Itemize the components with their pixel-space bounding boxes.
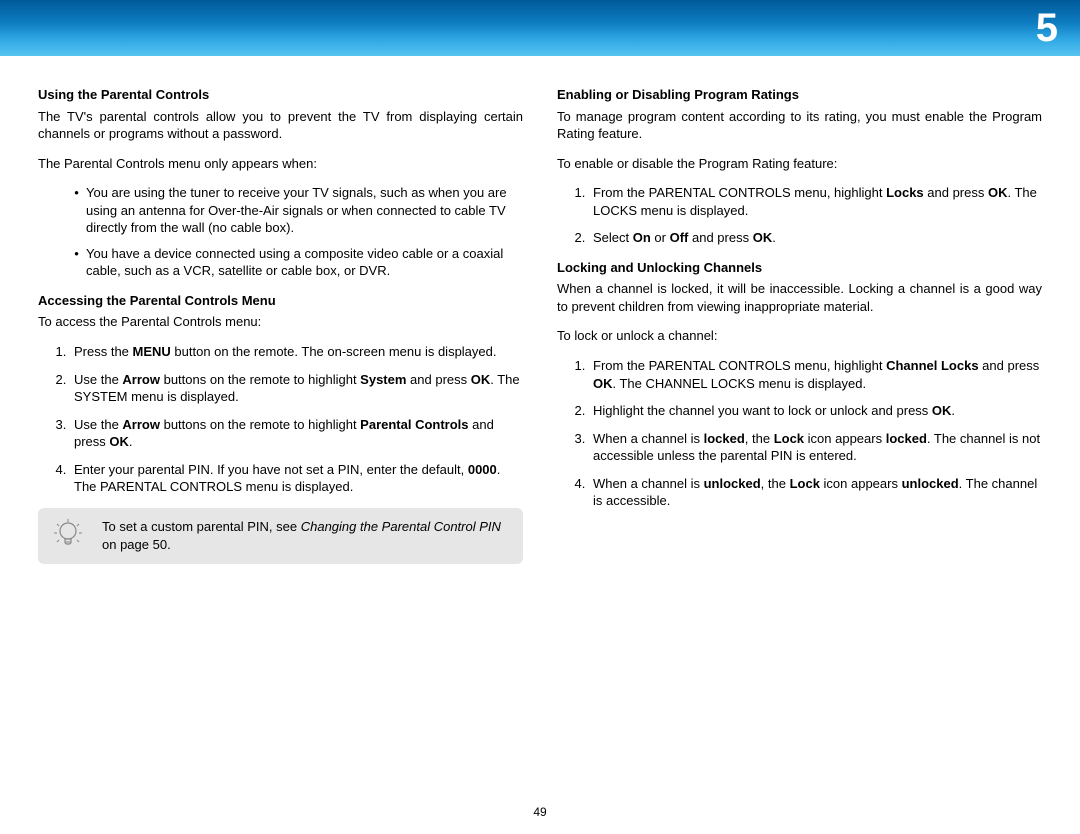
numbered-list: From the PARENTAL CONTROLS menu, highlig… xyxy=(557,357,1042,510)
right-column: Enabling or Disabling Program Ratings To… xyxy=(557,86,1042,564)
heading-enabling-ratings: Enabling or Disabling Program Ratings xyxy=(557,86,1042,104)
tip-callout: To set a custom parental PIN, see Changi… xyxy=(38,508,523,564)
step-item: Use the Arrow buttons on the remote to h… xyxy=(70,371,523,406)
page-body: Using the Parental Controls The TV's par… xyxy=(0,56,1080,564)
bullet-item: You are using the tuner to receive your … xyxy=(86,184,523,237)
bullet-list: You are using the tuner to receive your … xyxy=(38,184,523,280)
numbered-list: From the PARENTAL CONTROLS menu, highlig… xyxy=(557,184,1042,247)
paragraph: When a channel is locked, it will be ina… xyxy=(557,280,1042,315)
chapter-header: 5 xyxy=(0,0,1080,56)
numbered-list: Press the MENU button on the remote. The… xyxy=(38,343,523,496)
bullet-item: You have a device connected using a comp… xyxy=(86,245,523,280)
paragraph: To access the Parental Controls menu: xyxy=(38,313,523,331)
left-column: Using the Parental Controls The TV's par… xyxy=(38,86,523,564)
step-item: From the PARENTAL CONTROLS menu, highlig… xyxy=(589,357,1042,392)
step-item: Use the Arrow buttons on the remote to h… xyxy=(70,416,523,451)
paragraph: The TV's parental controls allow you to … xyxy=(38,108,523,143)
heading-locking-channels: Locking and Unlocking Channels xyxy=(557,259,1042,277)
heading-using-parental-controls: Using the Parental Controls xyxy=(38,86,523,104)
step-item: Select On or Off and press OK. xyxy=(589,229,1042,247)
step-item: Enter your parental PIN. If you have not… xyxy=(70,461,523,496)
paragraph: To lock or unlock a channel: xyxy=(557,327,1042,345)
page-number: 49 xyxy=(533,804,546,820)
heading-accessing-menu: Accessing the Parental Controls Menu xyxy=(38,292,523,310)
paragraph: The Parental Controls menu only appears … xyxy=(38,155,523,173)
step-item: Highlight the channel you want to lock o… xyxy=(589,402,1042,420)
step-item: When a channel is unlocked, the Lock ico… xyxy=(589,475,1042,510)
step-item: Press the MENU button on the remote. The… xyxy=(70,343,523,361)
tip-text: To set a custom parental PIN, see Changi… xyxy=(102,518,509,553)
paragraph: To enable or disable the Program Rating … xyxy=(557,155,1042,173)
paragraph: To manage program content according to i… xyxy=(557,108,1042,143)
step-item: From the PARENTAL CONTROLS menu, highlig… xyxy=(589,184,1042,219)
step-item: When a channel is locked, the Lock icon … xyxy=(589,430,1042,465)
chapter-number: 5 xyxy=(1036,1,1058,55)
lightbulb-icon xyxy=(52,518,84,554)
